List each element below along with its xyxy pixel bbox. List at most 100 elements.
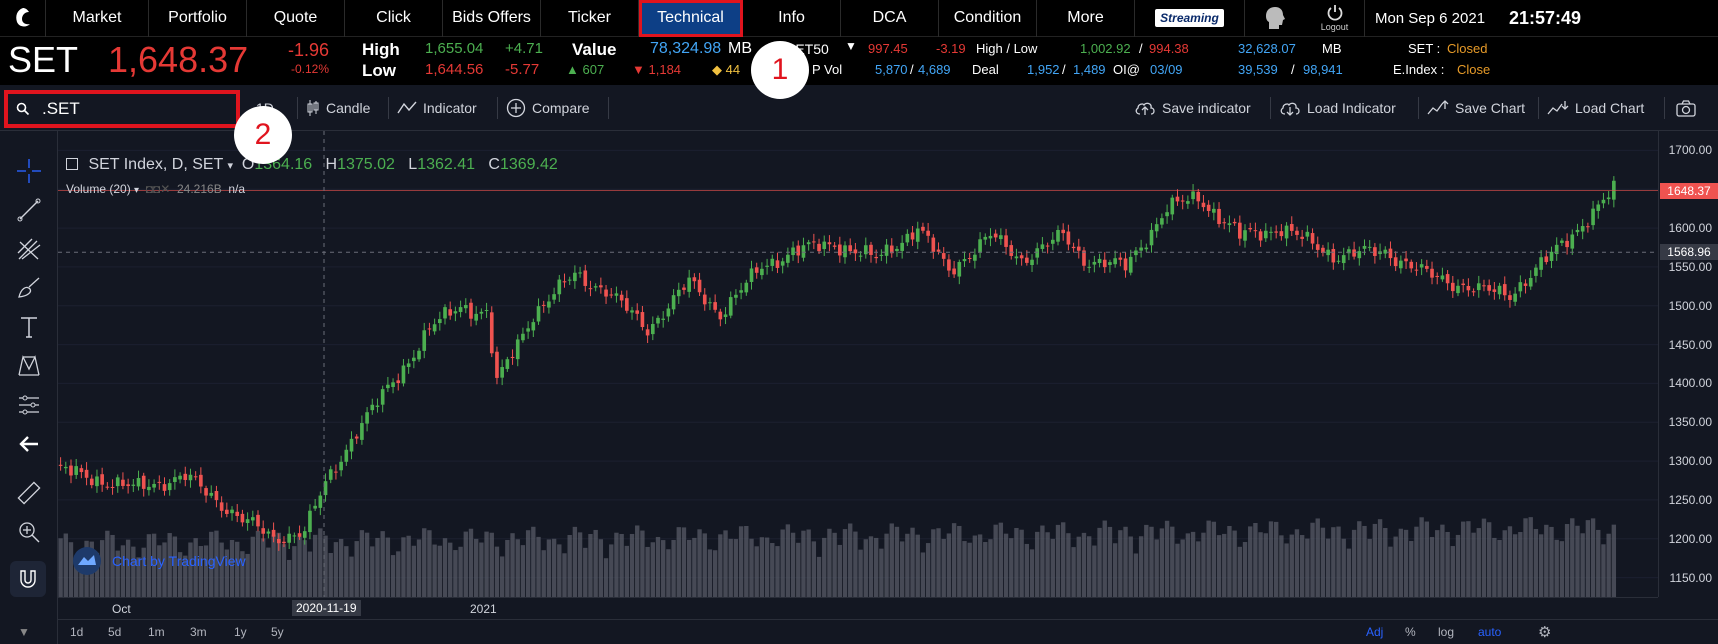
candle-body <box>74 466 78 475</box>
collapse-legend-icon[interactable] <box>66 158 78 170</box>
load-indicator-button[interactable]: Load Indicator <box>1279 85 1396 131</box>
candle-body <box>900 242 904 251</box>
price-tick-label: 1350.00 <box>1668 415 1712 430</box>
volume-bar <box>910 527 915 597</box>
range-1y[interactable]: 1y <box>234 625 247 639</box>
candle-body <box>1528 277 1533 287</box>
trendline-tool[interactable] <box>14 195 44 225</box>
legend-high-label: H <box>325 156 338 173</box>
candle-body <box>619 294 624 301</box>
zoom-tool[interactable] <box>14 517 44 547</box>
candle-body <box>193 476 198 478</box>
candle-body <box>131 484 136 486</box>
indicator-button[interactable]: Indicator <box>397 85 477 131</box>
volume-bar <box>842 529 848 597</box>
chart-settings-gear-icon[interactable]: ⚙ <box>1538 623 1551 641</box>
scale-toggle-auto[interactable]: auto <box>1478 625 1501 639</box>
volume-legend-title[interactable]: Volume (20) <box>66 182 131 196</box>
candle-body <box>406 363 411 367</box>
pitchfork-tool[interactable] <box>14 234 44 264</box>
magnet-tool[interactable] <box>10 561 46 597</box>
volume-bar <box>261 538 266 597</box>
range-5d[interactable]: 5d <box>108 625 121 639</box>
tab-dca[interactable]: DCA <box>841 0 939 37</box>
volume-bar <box>1227 525 1232 597</box>
candle-body <box>822 241 827 250</box>
logout-button[interactable]: Logout <box>1305 0 1365 37</box>
collapse-arrow-icon[interactable]: ▼ <box>18 625 30 639</box>
scale-toggle-adj[interactable]: Adj <box>1366 625 1383 639</box>
legend-title[interactable]: SET Index, D, SET <box>88 156 223 173</box>
tab-more[interactable]: More <box>1037 0 1135 37</box>
compare-button[interactable]: Compare <box>506 85 590 131</box>
tab-click[interactable]: Click <box>345 0 443 37</box>
price-tick-label: 1250.00 <box>1668 492 1712 507</box>
tab-quote[interactable]: Quote <box>247 0 345 37</box>
back-tool[interactable] <box>14 429 44 459</box>
candle-body <box>978 239 982 253</box>
prediction-tool[interactable] <box>14 390 44 420</box>
volume-bar <box>442 538 448 597</box>
value-unit: MB <box>728 40 752 57</box>
candle-body <box>812 241 816 243</box>
top-navigation: Market Portfolio Quote Click Bids Offers… <box>0 0 1718 37</box>
symbol-search-box[interactable] <box>4 90 240 128</box>
volume-bar <box>458 546 463 597</box>
chart-type-button[interactable]: Candle <box>306 85 370 131</box>
ruler-tool[interactable] <box>14 478 44 508</box>
volume-dropdown-icon[interactable]: ▾ <box>134 185 139 196</box>
range-5y[interactable]: 5y <box>271 625 284 639</box>
brush-tool[interactable] <box>14 273 44 303</box>
candle-body <box>219 502 224 511</box>
range-3m[interactable]: 3m <box>190 625 207 639</box>
symbol-search-input[interactable] <box>42 99 212 119</box>
tab-ticker[interactable]: Ticker <box>541 0 639 37</box>
price-scale[interactable]: 1700.001650.001600.001550.001500.001450.… <box>1658 131 1718 597</box>
set50-dropdown-icon[interactable]: ▼ <box>845 39 857 53</box>
volume-bar <box>686 539 692 597</box>
volume-bar <box>255 530 261 597</box>
tradingview-attribution[interactable]: Chart by TradingView <box>72 546 246 576</box>
tab-portfolio[interactable]: Portfolio <box>149 0 247 37</box>
volume-bar <box>1476 528 1481 597</box>
scale-toggle-percent[interactable]: % <box>1405 625 1416 639</box>
tab-condition[interactable]: Condition <box>939 0 1037 37</box>
tab-bids-offers[interactable]: Bids Offers <box>443 0 541 37</box>
screenshot-button[interactable] <box>1675 85 1697 131</box>
crosshair-tool[interactable] <box>14 156 44 186</box>
profile-head-icon[interactable] <box>1245 0 1305 37</box>
legend-dropdown-icon[interactable]: ▾ <box>227 160 233 172</box>
range-1m[interactable]: 1m <box>148 625 165 639</box>
candle-body <box>313 505 317 509</box>
volume-settings-icons[interactable]: ◘◘✕ <box>146 182 171 196</box>
candle-body <box>895 248 899 252</box>
volume-bar <box>723 530 728 597</box>
candle-body <box>723 314 728 318</box>
volume-bar <box>344 546 349 597</box>
trendline-icon <box>17 198 41 222</box>
streaming-button[interactable]: Streaming <box>1135 0 1245 37</box>
candle-body <box>905 233 910 243</box>
text-tool[interactable] <box>14 312 44 342</box>
volume-bar <box>1315 518 1320 597</box>
volume-bars <box>58 517 1617 597</box>
app-logo-icon[interactable] <box>0 0 46 37</box>
volume-bar <box>281 544 287 597</box>
pattern-tool[interactable] <box>14 351 44 381</box>
volume-bar <box>1216 535 1222 597</box>
candle-body <box>1149 229 1154 246</box>
candle-body <box>1534 267 1538 276</box>
tab-technical[interactable]: Technical <box>639 0 743 37</box>
advancers: ▲ 607 <box>566 62 604 77</box>
load-chart-button[interactable]: Load Chart <box>1547 85 1644 131</box>
tab-info[interactable]: Info <box>743 0 841 37</box>
save-indicator-button[interactable]: Save indicator <box>1134 85 1251 131</box>
save-chart-button[interactable]: Save Chart <box>1427 85 1525 131</box>
scale-toggle-log[interactable]: log <box>1438 625 1454 639</box>
price-chart[interactable] <box>58 131 1658 597</box>
tab-market[interactable]: Market <box>46 0 149 37</box>
time-scale[interactable]: Oct 2021 2020-11-19 <box>58 597 1658 619</box>
value-amount: 78,324.98 <box>650 40 722 57</box>
range-1d[interactable]: 1d <box>70 625 83 639</box>
low-value: 1,644.56 <box>425 61 484 78</box>
